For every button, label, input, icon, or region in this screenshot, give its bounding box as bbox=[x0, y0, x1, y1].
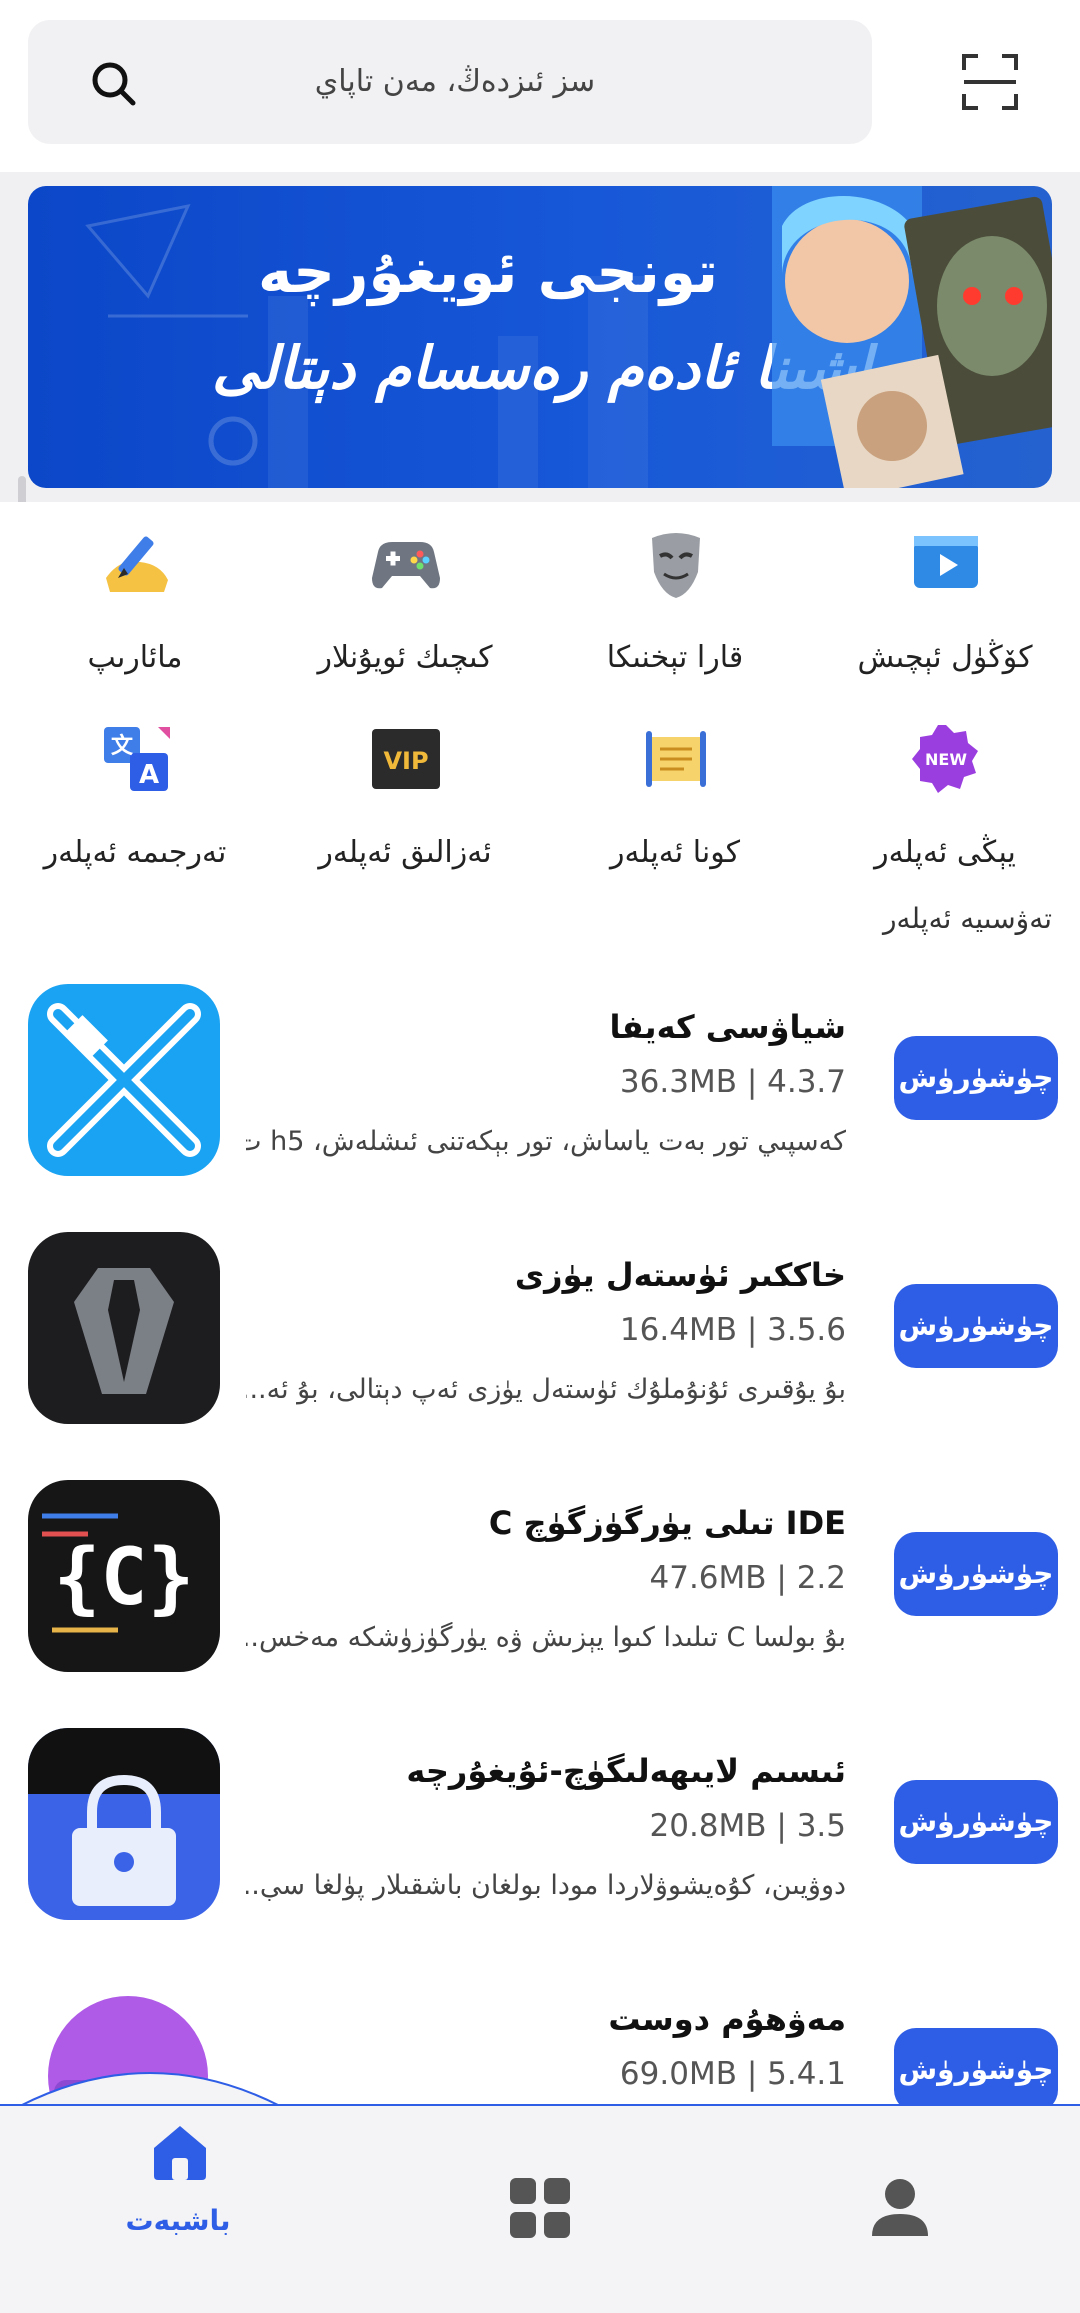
category-label: ئەزالىق ئەپلەر bbox=[318, 835, 492, 870]
app-description: كەسپىي تور بەت ياساش، تور بېكەتنى ئىشلەش… bbox=[246, 1126, 846, 1157]
gamepad-icon bbox=[372, 542, 440, 589]
pen-icon bbox=[106, 536, 168, 592]
list-item[interactable]: ئىسىم لايىھەلىگۈچ-ئۇيغۇرچە 20.8MB | 3.5 … bbox=[0, 1704, 1080, 1952]
user-icon bbox=[872, 2179, 928, 2236]
app-description: بۇ بولسا C تىلىدا كىوا يېزىش ۋە يۈرگۈزۈش… bbox=[246, 1622, 846, 1653]
category-old-apps[interactable]: كونا ئەپلەر bbox=[540, 707, 810, 877]
category-label: كونا ئەپلەر bbox=[609, 835, 741, 870]
download-button[interactable]: چۈشۈرۈش bbox=[894, 1532, 1058, 1616]
section-title: تەۋسىيە ئەپلەر bbox=[883, 902, 1052, 935]
banner-illustration bbox=[772, 186, 1052, 488]
download-button[interactable]: چۈشۈرۈش bbox=[894, 2028, 1058, 2112]
app-icon: {C} bbox=[28, 1480, 220, 1672]
download-button[interactable]: چۈشۈرۈش bbox=[894, 1284, 1058, 1368]
mask-icon bbox=[652, 533, 700, 598]
app-icon bbox=[28, 1232, 220, 1424]
app-icon bbox=[28, 1728, 220, 1920]
app-size-version: 69.0MB | 5.4.1 bbox=[619, 2056, 846, 2092]
list-item[interactable]: {C} IDE تىلى يۈرگۈزگۈچ C 47.6MB | 2.2 بۇ… bbox=[0, 1456, 1080, 1704]
app-size-version: 47.6MB | 2.2 bbox=[649, 1560, 847, 1596]
category-label: كىچىك ئويۇنلار bbox=[317, 640, 493, 675]
svg-text:VIP: VIP bbox=[383, 747, 428, 775]
nav-apps[interactable] bbox=[438, 2104, 638, 2304]
app-size-version: 36.3MB | 4.3.7 bbox=[619, 1064, 846, 1100]
category-label: قارا تېخنىكا bbox=[606, 640, 744, 675]
category-education[interactable]: مائارىپ bbox=[0, 512, 270, 682]
app-name: IDE تىلى يۈرگۈزگۈچ C bbox=[488, 1504, 846, 1542]
svg-text:文: 文 bbox=[111, 733, 134, 759]
app-name: خاككىر ئۈستەل يۈزى bbox=[514, 1256, 846, 1294]
search-input[interactable]: سز ئىزدەڭ، مەن تاپاي bbox=[148, 20, 762, 144]
list-item[interactable]: خاككىر ئۈستەل يۈزى 16.4MB | 3.5.6 بۇ يۇق… bbox=[0, 1208, 1080, 1456]
video-icon bbox=[914, 536, 978, 588]
svg-text:A: A bbox=[139, 760, 159, 790]
category-label: مائارىپ bbox=[87, 640, 183, 675]
app-name: شياۋسى كەيفا bbox=[609, 1008, 847, 1046]
svg-text:NEW: NEW bbox=[925, 750, 967, 769]
category-entertainment[interactable]: كۆڭۈل ئېچىش bbox=[810, 512, 1080, 682]
scroll-icon bbox=[646, 731, 706, 787]
category-mini-games[interactable]: كىچىك ئويۇنلار bbox=[270, 512, 540, 682]
category-translation-apps[interactable]: 文 A تەرجىمە ئەپلەر bbox=[0, 707, 270, 877]
vip-icon: VIP bbox=[372, 729, 440, 789]
home-icon bbox=[154, 2126, 206, 2180]
download-button[interactable]: چۈشۈرۈش bbox=[894, 1036, 1058, 1120]
app-size-version: 20.8MB | 3.5 bbox=[649, 1808, 847, 1844]
app-screen: سز ئىزدەڭ، مەن تاپاي تونجى ئويغۇرچە ماشى… bbox=[0, 0, 1080, 2313]
app-name: ئىسىم لايىھەلىگۈچ-ئۇيغۇرچە bbox=[406, 1752, 846, 1790]
translate-icon: 文 A bbox=[104, 727, 170, 791]
app-description: بۇ يۇقىرى ئۇنۇملۇك ئۈستەل يۈزى ئەپ دېتال… bbox=[246, 1374, 846, 1405]
header: سز ئىزدەڭ، مەن تاپاي bbox=[0, 0, 1080, 172]
nav-home[interactable]: باشبەت bbox=[78, 2104, 278, 2304]
search-bar[interactable]: سز ئىزدەڭ، مەن تاپاي bbox=[28, 20, 872, 144]
nav-profile[interactable] bbox=[798, 2104, 998, 2304]
category-new-apps[interactable]: NEW يېڭى ئەپلەر bbox=[810, 707, 1080, 877]
app-icon bbox=[28, 984, 220, 1176]
svg-text:{C}: {C} bbox=[54, 1533, 195, 1623]
list-item[interactable]: شياۋسى كەيفا 36.3MB | 4.3.7 كەسپىي تور ب… bbox=[0, 960, 1080, 1208]
download-button[interactable]: چۈشۈرۈش bbox=[894, 1780, 1058, 1864]
grid-icon bbox=[510, 2178, 570, 2238]
category-grid: كۆڭۈل ئېچىش قارا تېخنىكا كىچىك ئويۇنلار bbox=[0, 502, 1080, 902]
scan-icon[interactable] bbox=[962, 54, 1018, 110]
promo-banner[interactable]: تونجى ئويغۇرچە ماشىنا ئادەم رەسسام دېتال… bbox=[28, 186, 1052, 488]
category-dark-tech[interactable]: قارا تېخنىكا bbox=[540, 512, 810, 682]
category-label: تەرجىمە ئەپلەر bbox=[43, 835, 227, 870]
nav-home-label: باشبەت bbox=[125, 2204, 231, 2237]
app-name: مەۋھۇم دوست bbox=[608, 2000, 846, 2038]
banner-title: تونجى ئويغۇرچە bbox=[258, 238, 718, 306]
app-description: دوۋيىن، كۇەيشوۋلاردا مودا بولغان باشقىلا… bbox=[246, 1870, 846, 1901]
new-badge-icon: NEW bbox=[912, 725, 978, 793]
category-label: كۆڭۈل ئېچىش bbox=[857, 640, 1033, 675]
app-size-version: 16.4MB | 3.5.6 bbox=[619, 1312, 846, 1348]
category-member-apps[interactable]: VIP ئەزالىق ئەپلەر bbox=[270, 707, 540, 877]
app-list: شياۋسى كەيفا 36.3MB | 4.3.7 كەسپىي تور ب… bbox=[0, 960, 1080, 2200]
search-icon[interactable] bbox=[88, 58, 140, 110]
category-label: يېڭى ئەپلەر bbox=[874, 835, 1016, 870]
